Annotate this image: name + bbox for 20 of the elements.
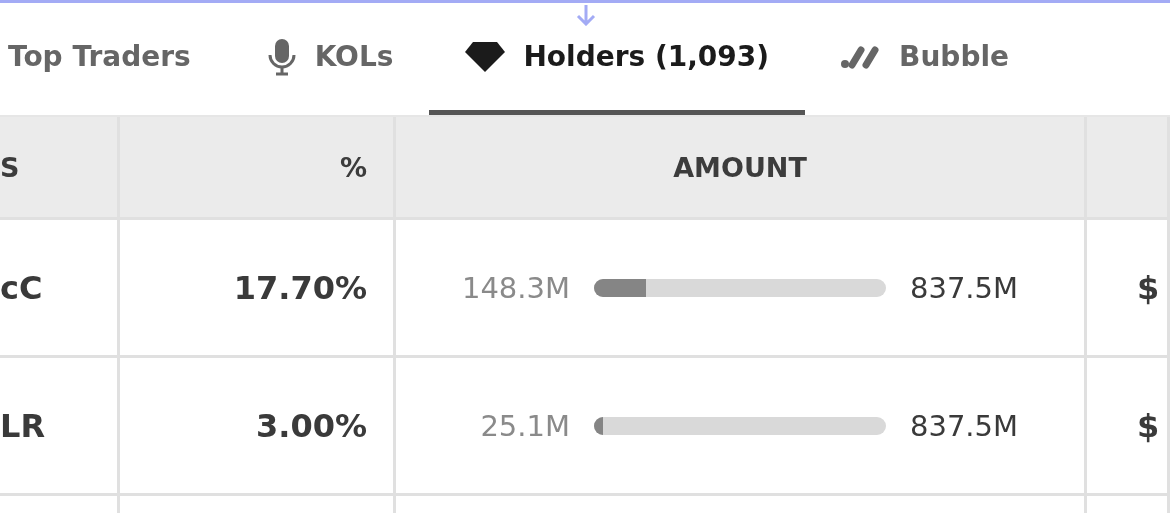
table-cell: LR	[0, 358, 120, 496]
tab[interactable]: Top Traders	[0, 3, 231, 115]
holding-amount: 148.3M	[460, 270, 570, 305]
microphone-icon	[266, 37, 297, 76]
column-header: S	[0, 117, 120, 220]
tab[interactable]: Bubble	[805, 3, 1046, 115]
table-cell: 3.00%	[120, 358, 396, 496]
column-header: AMOUNT	[396, 117, 1087, 220]
table-cell: cC	[0, 220, 120, 358]
bars-icon	[841, 44, 882, 69]
table-cell: $	[1087, 220, 1170, 358]
arrow-down-icon	[575, 4, 597, 26]
tab[interactable]: KOLs	[230, 3, 430, 115]
table-cell: $	[1087, 358, 1170, 496]
diamond-icon	[465, 41, 506, 72]
table-cell: 17.70%	[120, 220, 396, 358]
total-supply: 837.5M	[910, 408, 1020, 443]
holding-amount: 25.1M	[479, 408, 570, 443]
column-header: %	[120, 117, 396, 220]
total-supply: 837.5M	[910, 270, 1020, 305]
